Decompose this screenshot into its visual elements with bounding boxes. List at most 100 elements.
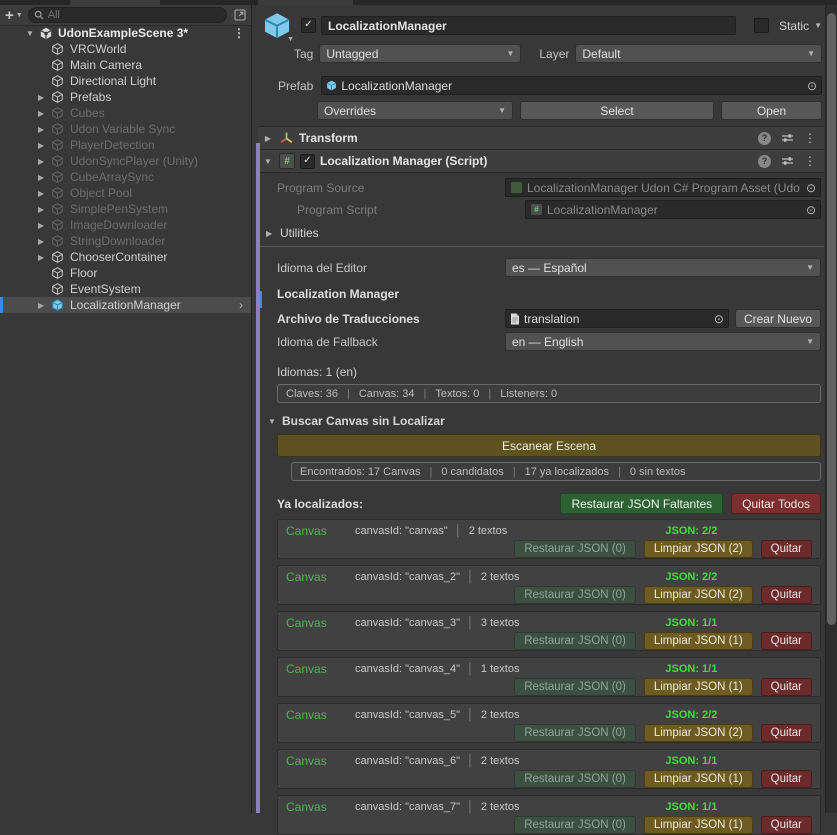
clean-json-button[interactable]: Limpiar JSON (1) (644, 678, 753, 696)
hierarchy-item[interactable]: ▶ VRCWorld › (0, 41, 251, 57)
object-picker-icon[interactable]: ⊙ (714, 312, 724, 326)
foldout-closed-icon[interactable]: ▶ (38, 253, 51, 262)
create-object-button[interactable]: + ▼ (5, 8, 23, 23)
utilities-foldout[interactable]: ▶ Utilities (266, 226, 824, 240)
kebab-menu-icon[interactable]: ⋮ (804, 154, 816, 168)
clean-json-button[interactable]: Limpiar JSON (1) (644, 632, 753, 650)
hierarchy-item[interactable]: ▶ Directional Light › (0, 73, 251, 89)
foldout-closed-icon[interactable]: ▶ (38, 173, 51, 182)
canvas-link[interactable]: Canvas (286, 524, 334, 538)
search-input-box[interactable] (28, 7, 227, 23)
restore-json-button[interactable]: Restaurar JSON (0) (514, 678, 636, 696)
hierarchy-item[interactable]: ▶ Cubes › (0, 105, 251, 121)
object-picker-icon[interactable]: ⊙ (806, 203, 816, 217)
translations-file-field[interactable]: translation ⊙ (505, 309, 729, 328)
object-picker-icon[interactable]: ⊙ (806, 181, 816, 195)
scan-scene-button[interactable]: Escanear Escena (277, 434, 821, 457)
program-script-field[interactable]: # LocalizationManager ⊙ (525, 200, 821, 219)
object-picker-icon[interactable]: ⊙ (807, 79, 817, 93)
foldout-closed-icon[interactable]: ▶ (38, 189, 51, 198)
restore-json-button[interactable]: Restaurar JSON (0) (514, 770, 636, 788)
prefab-chevron-icon[interactable]: › (239, 298, 243, 312)
restore-json-button[interactable]: Restaurar JSON (0) (514, 816, 636, 834)
hierarchy-item[interactable]: ▶ CubeArraySync › (0, 169, 251, 185)
canvas-link[interactable]: Canvas (286, 708, 334, 722)
foldout-open-icon[interactable]: ▼ (26, 29, 39, 38)
hierarchy-item[interactable]: ▶ PlayerDetection › (0, 137, 251, 153)
remove-canvas-button[interactable]: Quitar (761, 770, 812, 788)
search-input[interactable] (48, 9, 221, 21)
gameobject-icon[interactable]: ▼ (262, 12, 292, 39)
static-checkbox[interactable] (754, 18, 769, 33)
tag-dropdown[interactable]: Untagged▼ (319, 44, 521, 63)
foldout-closed-icon[interactable]: ▶ (38, 109, 51, 118)
remove-canvas-button[interactable]: Quitar (761, 678, 812, 696)
hierarchy-item[interactable]: ▶ ImageDownloader › (0, 217, 251, 233)
scrollbar-thumb[interactable] (827, 13, 836, 625)
hierarchy-item[interactable]: ▶ UdonSyncPlayer (Unity) › (0, 153, 251, 169)
foldout-closed-icon[interactable]: ▶ (38, 221, 51, 230)
transform-component-header[interactable]: ▶ Transform ? ⋮ (258, 126, 824, 150)
search-canvas-foldout[interactable]: ▼ Buscar Canvas sin Localizar (268, 414, 824, 428)
restore-json-button[interactable]: Restaurar JSON (0) (514, 540, 636, 558)
hierarchy-item[interactable]: ▶ EventSystem › (0, 281, 251, 297)
kebab-menu-icon[interactable]: ⋮ (233, 26, 245, 40)
clean-json-button[interactable]: Limpiar JSON (1) (644, 770, 753, 788)
remove-canvas-button[interactable]: Quitar (761, 632, 812, 650)
restore-json-button[interactable]: Restaurar JSON (0) (514, 586, 636, 604)
hierarchy-item[interactable]: ▶ Prefabs › (0, 89, 251, 105)
gameobject-name-field[interactable]: LocalizationManager (321, 16, 736, 35)
create-new-button[interactable]: Crear Nuevo (735, 309, 821, 328)
foldout-closed-icon[interactable]: ▶ (38, 157, 51, 166)
component-enabled-checkbox[interactable]: ✓ (300, 154, 315, 169)
foldout-closed-icon[interactable]: ▶ (38, 301, 51, 310)
presets-icon[interactable] (781, 132, 794, 144)
foldout-closed-icon[interactable]: ▶ (38, 141, 51, 150)
remove-canvas-button[interactable]: Quitar (761, 816, 812, 834)
layer-dropdown[interactable]: Default▼ (575, 44, 822, 63)
open-search-window-icon[interactable] (234, 9, 246, 21)
canvas-link[interactable]: Canvas (286, 570, 334, 584)
scene-header-row[interactable]: ▼ UdonExampleScene 3* ⋮ (0, 25, 251, 41)
overrides-dropdown[interactable]: Overrides▼ (317, 101, 513, 120)
canvas-link[interactable]: Canvas (286, 800, 334, 814)
editor-language-dropdown[interactable]: es — Español▼ (505, 258, 821, 277)
prefab-object-field[interactable]: LocalizationManager ⊙ (321, 76, 822, 95)
hierarchy-item[interactable]: ▶ ChooserContainer › (0, 249, 251, 265)
hierarchy-item[interactable]: ▶ Object Pool › (0, 185, 251, 201)
clean-json-button[interactable]: Limpiar JSON (1) (644, 816, 753, 834)
foldout-closed-icon[interactable]: ▶ (38, 93, 51, 102)
remove-canvas-button[interactable]: Quitar (761, 586, 812, 604)
canvas-link[interactable]: Canvas (286, 754, 334, 768)
remove-canvas-button[interactable]: Quitar (761, 540, 812, 558)
hierarchy-item[interactable]: ▶ Udon Variable Sync › (0, 121, 251, 137)
clean-json-button[interactable]: Limpiar JSON (2) (644, 724, 753, 742)
hierarchy-item[interactable]: ▶ StringDownloader › (0, 233, 251, 249)
foldout-closed-icon[interactable]: ▶ (38, 205, 51, 214)
clean-json-button[interactable]: Limpiar JSON (2) (644, 586, 753, 604)
hierarchy-item[interactable]: ▶ LocalizationManager › (0, 297, 251, 313)
kebab-menu-icon[interactable]: ⋮ (804, 131, 816, 145)
canvas-link[interactable]: Canvas (286, 616, 334, 630)
help-icon[interactable]: ? (758, 132, 771, 145)
static-dropdown-caret[interactable]: ▼ (814, 21, 822, 30)
active-checkbox[interactable]: ✓ (301, 18, 316, 33)
hierarchy-item[interactable]: ▶ SimplePenSystem › (0, 201, 251, 217)
hierarchy-item[interactable]: ▶ Main Camera › (0, 57, 251, 73)
hierarchy-item[interactable]: ▶ Floor › (0, 265, 251, 281)
fallback-language-dropdown[interactable]: en — English▼ (505, 332, 821, 351)
foldout-closed-icon[interactable]: ▶ (262, 134, 274, 143)
foldout-open-icon[interactable]: ▼ (262, 157, 274, 166)
restore-json-button[interactable]: Restaurar JSON (0) (514, 724, 636, 742)
restore-missing-json-button[interactable]: Restaurar JSON Faltantes (560, 493, 723, 514)
presets-icon[interactable] (781, 155, 794, 167)
script-component-header[interactable]: ▼ # ✓ Localization Manager (Script) ? ⋮ (258, 150, 824, 173)
inspector-scrollbar[interactable] (825, 5, 837, 813)
canvas-link[interactable]: Canvas (286, 662, 334, 676)
foldout-closed-icon[interactable]: ▶ (38, 125, 51, 134)
clean-json-button[interactable]: Limpiar JSON (2) (644, 540, 753, 558)
help-icon[interactable]: ? (758, 155, 771, 168)
select-button[interactable]: Select (520, 101, 714, 120)
remove-all-button[interactable]: Quitar Todos (731, 493, 821, 514)
remove-canvas-button[interactable]: Quitar (761, 724, 812, 742)
